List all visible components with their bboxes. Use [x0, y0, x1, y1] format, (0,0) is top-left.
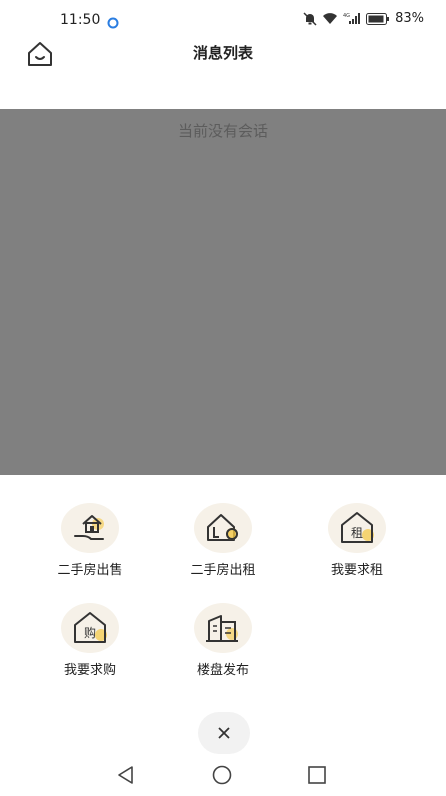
status-bar: 11:50 4G 83% [0, 0, 446, 40]
menu-item-label: 我要求租 [330, 563, 383, 578]
battery-percent: 83% [395, 11, 424, 26]
menu-item-seek-buy[interactable]: 购 我要求购 [30, 575, 150, 678]
menu-item-sell-house[interactable]: 二手房出售 [30, 475, 150, 578]
menu-item-label: 我要求购 [63, 663, 116, 678]
svg-text:购: 购 [84, 625, 96, 640]
battery-icon [366, 12, 390, 25]
system-nav-bar [0, 756, 446, 796]
message-list-overlay[interactable]: 当前没有会话 [0, 109, 446, 475]
svg-text:4G: 4G [343, 13, 350, 19]
back-triangle-icon[interactable] [116, 765, 136, 789]
page-title: 消息列表 [192, 44, 253, 62]
header: 消息列表 [0, 40, 446, 86]
svg-text:租: 租 [351, 526, 363, 540]
tile-icon-wrap [194, 603, 252, 653]
menu-item-seek-rent[interactable]: 租 我要求租 [297, 475, 417, 578]
app-notification-icon [107, 14, 119, 29]
mute-bell-icon [303, 11, 317, 26]
tile-icon-wrap: 购 [61, 603, 119, 653]
tile-icon-wrap [61, 503, 119, 553]
menu-item-rent-out-house[interactable]: 二手房出租 [163, 475, 283, 578]
menu-item-publish-property[interactable]: 楼盘发布 [163, 575, 283, 678]
empty-conversations-text: 当前没有会话 [177, 122, 268, 140]
wifi-icon [322, 12, 338, 25]
house-hand-icon [74, 515, 104, 540]
house-refresh-icon [207, 514, 238, 541]
house-rent-icon: 租 [341, 512, 374, 543]
status-icons: 4G 83% [303, 11, 424, 26]
menu-item-label: 楼盘发布 [196, 663, 249, 678]
house-buy-icon: 购 [74, 612, 107, 643]
cellular-signal-icon: 4G [343, 12, 361, 25]
tile-icon-wrap: 租 [328, 503, 386, 553]
close-icon [218, 727, 230, 739]
recent-square-icon[interactable] [307, 765, 327, 789]
status-time: 11:50 [60, 12, 101, 28]
close-button[interactable] [198, 712, 250, 754]
tile-icon-wrap [194, 503, 252, 553]
building-icon [206, 615, 238, 642]
home-circle-icon[interactable] [211, 765, 233, 789]
